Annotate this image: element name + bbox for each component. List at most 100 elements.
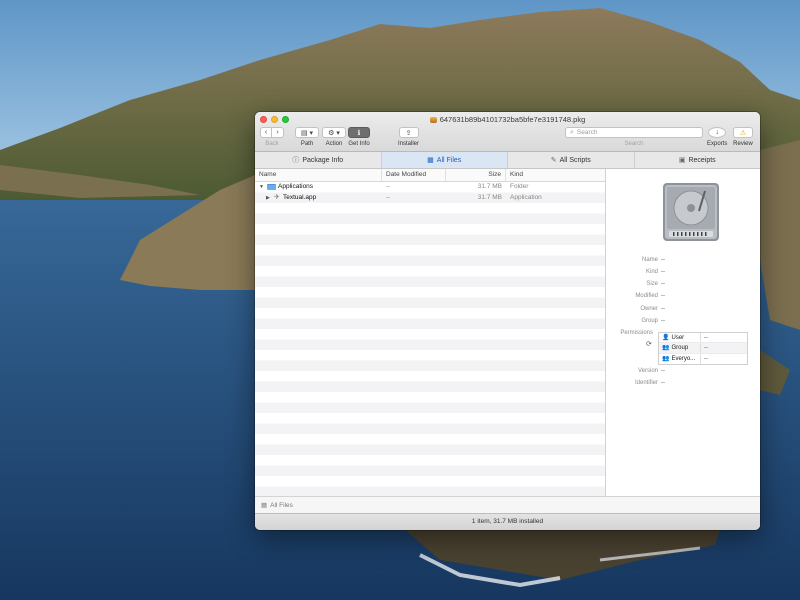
- installer-button[interactable]: ⇪: [398, 127, 419, 138]
- kind-value: --: [661, 269, 665, 275]
- path-label: Path: [300, 141, 314, 147]
- tab-receipts[interactable]: ▣ Receipts: [635, 152, 761, 168]
- review-button[interactable]: ⚠: [733, 127, 753, 138]
- column-header-name[interactable]: Name: [255, 169, 382, 181]
- window-title: 647631b89b4101732ba5bfe7e3191748.pkg: [255, 115, 760, 124]
- permission-value: --: [704, 344, 708, 351]
- inspector-pane: Name -- Kind -- Size -- Modified -- Owne…: [606, 169, 760, 496]
- permission-row[interactable]: 👥 Group --: [659, 343, 747, 354]
- tab-bar: ⓘ Package Info ▦ All Files ✎ All Scripts…: [255, 152, 760, 169]
- file-kind: Folder: [510, 183, 529, 190]
- installer-label: Installer: [398, 141, 420, 147]
- permissions-table: 👤 User -- 👥 Group -- 👥 Everyo... --: [658, 332, 748, 365]
- size-label: Size: [646, 281, 658, 287]
- info-circle-icon: ⓘ: [292, 157, 300, 164]
- get-info-button[interactable]: ℹ: [348, 127, 370, 138]
- file-kind: Application: [510, 193, 542, 201]
- get-info-label: Get Info: [348, 141, 370, 147]
- chevron-left-icon: ‹: [264, 129, 268, 136]
- permission-value: --: [704, 355, 708, 362]
- status-bar: 1 item, 31.7 MB installed: [255, 513, 760, 530]
- permissions-label: Permissions: [620, 330, 653, 336]
- files-icon: ▦: [261, 502, 268, 509]
- group-value: --: [661, 318, 665, 324]
- files-icon: ▦: [427, 157, 434, 164]
- file-rows: ▼ Applications -- 31.7 MB Folder ▶ ✈ Tex…: [255, 182, 605, 496]
- review-group: ⚠ Review: [733, 127, 753, 147]
- permission-row[interactable]: 👥 Everyo... --: [659, 353, 747, 364]
- column-header-kind[interactable]: Kind: [506, 169, 605, 181]
- review-label: Review: [733, 141, 753, 147]
- identifier-label: Identifier: [634, 380, 658, 386]
- forward-button[interactable]: ›: [272, 127, 284, 138]
- search-label: Search: [624, 141, 644, 147]
- file-name: Textual.app: [283, 193, 317, 201]
- file-date: --: [386, 193, 391, 201]
- search-icon: ⌕: [570, 128, 574, 136]
- back-button[interactable]: ‹: [260, 127, 272, 138]
- permission-value: --: [704, 334, 708, 341]
- kind-label: Kind: [645, 269, 658, 275]
- everyone-icon: 👥: [662, 356, 670, 363]
- app-icon: ✈: [274, 194, 280, 202]
- package-window: 647631b89b4101732ba5bfe7e3191748.pkg ‹ ›…: [255, 112, 760, 530]
- back-label: Back: [265, 141, 279, 147]
- name-label: Name: [641, 257, 658, 263]
- folder-icon: [267, 184, 276, 191]
- path-bar-label[interactable]: All Files: [270, 502, 293, 509]
- group-icon: 👥: [662, 345, 670, 352]
- exports-button[interactable]: ↓: [708, 127, 727, 138]
- file-size: 31.7 MB: [477, 193, 502, 201]
- tab-package-info[interactable]: ⓘ Package Info: [255, 152, 382, 168]
- package-icon: [429, 117, 437, 123]
- search-placeholder: Search: [576, 129, 598, 136]
- file-date: --: [386, 183, 391, 190]
- file-size: 31.7 MB: [477, 183, 502, 190]
- version-label: Version: [637, 368, 658, 374]
- action-group: ⚙ ▾ Action: [322, 127, 346, 147]
- script-icon: ✎: [550, 157, 557, 164]
- version-value: --: [661, 368, 665, 374]
- receipt-icon: ▣: [678, 157, 686, 164]
- column-header-date-modified[interactable]: Date Modified: [382, 169, 446, 181]
- gear-icon: ⚙ ▾: [328, 129, 340, 137]
- modified-value: --: [661, 293, 665, 299]
- file-list-header: Name Date Modified Size Kind: [255, 169, 605, 182]
- column-header-size[interactable]: Size: [446, 169, 506, 181]
- search-field[interactable]: ⌕ Search: [565, 127, 703, 138]
- disclosure-triangle-collapsed-icon[interactable]: ▶: [266, 193, 272, 204]
- refresh-icon[interactable]: ⟳: [646, 340, 652, 348]
- chevron-right-icon: ›: [276, 129, 279, 136]
- info-icon: ℹ: [357, 129, 361, 137]
- disclosure-triangle-expanded-icon[interactable]: ▼: [259, 182, 265, 193]
- path-group: ▤ ▾ Path: [295, 127, 319, 147]
- user-icon: 👤: [662, 335, 670, 342]
- get-info-group: ℹ Get Info: [348, 127, 370, 147]
- path-popup-icon: ▤ ▾: [300, 129, 314, 137]
- tab-all-scripts[interactable]: ✎ All Scripts: [508, 152, 635, 168]
- action-button[interactable]: ⚙ ▾: [322, 127, 346, 138]
- name-value: --: [661, 257, 665, 263]
- file-name: Applications: [278, 183, 314, 190]
- permission-row[interactable]: 👤 User --: [659, 333, 747, 344]
- identifier-value: --: [661, 380, 665, 386]
- file-list: Name Date Modified Size Kind ▼ Applicati…: [255, 169, 606, 496]
- owner-label: Owner: [640, 306, 658, 312]
- exports-group: ↓ Exports: [707, 127, 727, 147]
- owner-value: --: [661, 306, 665, 312]
- window-toolbar: 647631b89b4101732ba5bfe7e3191748.pkg ‹ ›…: [255, 112, 760, 152]
- size-value: --: [661, 281, 665, 287]
- exports-label: Exports: [707, 141, 728, 147]
- download-icon: ↓: [715, 129, 719, 136]
- content-area: Name Date Modified Size Kind ▼ Applicati…: [255, 169, 760, 496]
- back-forward-group: ‹ › Back: [260, 127, 284, 147]
- warning-icon: ⚠: [739, 129, 747, 137]
- install-icon: ⇪: [405, 129, 412, 137]
- table-row[interactable]: ▼ Applications -- 31.7 MB Folder: [255, 182, 605, 193]
- action-label: Action: [325, 141, 343, 147]
- table-row[interactable]: ▶ ✈ Textual.app -- 31.7 MB Application: [255, 193, 605, 204]
- tab-all-files[interactable]: ▦ All Files: [381, 152, 508, 168]
- installer-group: ⇪ Installer: [398, 127, 419, 147]
- path-button[interactable]: ▤ ▾: [295, 127, 319, 138]
- group-label: Group: [641, 318, 658, 324]
